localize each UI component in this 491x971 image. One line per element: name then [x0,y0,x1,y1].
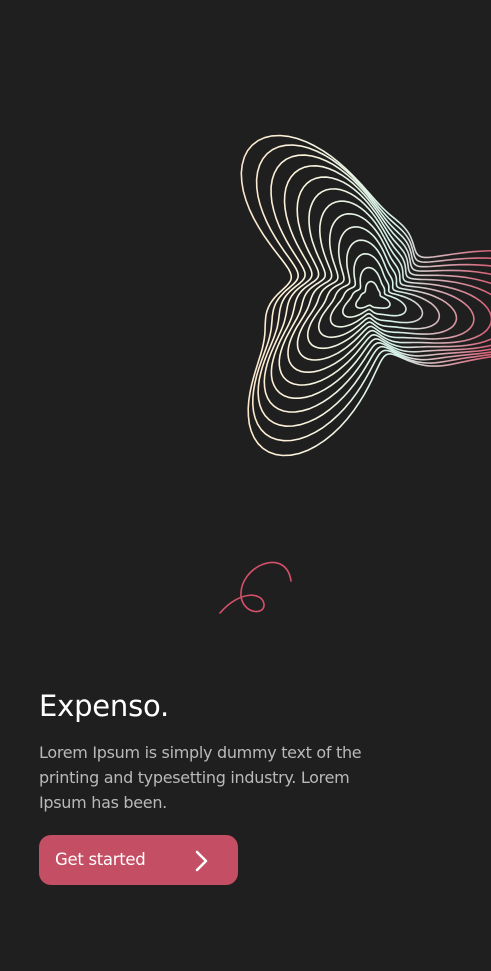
app-title: Expenso. [39,689,170,723]
contour-line-illustration [219,134,491,614]
onboarding-screen: Expenso. Lorem Ipsum is simply dummy tex… [0,0,491,971]
squiggle-doodle [219,561,292,614]
app-description: Lorem Ipsum is simply dummy text of the … [39,743,362,812]
contour-line [317,239,441,339]
contour-line [342,266,407,318]
contour-line [257,154,491,427]
contour-line [240,134,491,457]
contour-lines [240,134,491,457]
chevron-right-icon [195,850,208,872]
get-started-label: Get started [55,850,146,869]
